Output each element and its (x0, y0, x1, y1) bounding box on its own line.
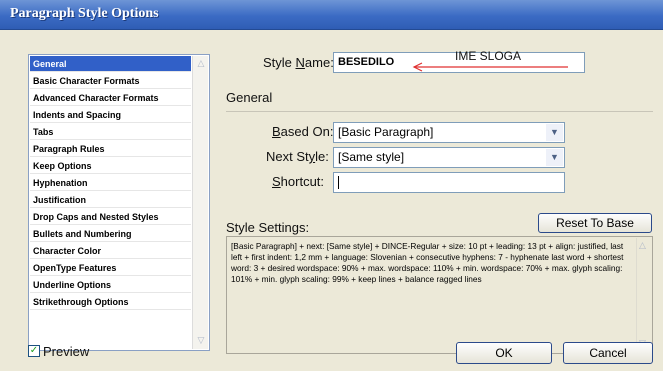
style-settings-box: [Basic Paragraph] + next: [Same style] +… (226, 236, 653, 354)
style-name-annotation: IME SLOGA (455, 49, 522, 63)
category-item-indents-and-spacing[interactable]: Indents and Spacing (30, 107, 191, 123)
category-item-underline-options[interactable]: Underline Options (30, 277, 191, 293)
next-style-value: [Same style] (338, 150, 405, 164)
category-item-advanced-character-formats[interactable]: Advanced Character Formats (30, 90, 191, 106)
category-item-justification[interactable]: Justification (30, 192, 191, 208)
scroll-up-icon[interactable]: △ (639, 241, 646, 251)
category-item-hyphenation[interactable]: Hyphenation (30, 175, 191, 191)
category-item-drop-caps[interactable]: Drop Caps and Nested Styles (30, 209, 191, 225)
cancel-button[interactable]: Cancel (563, 342, 653, 364)
category-item-paragraph-rules[interactable]: Paragraph Rules (30, 141, 191, 157)
scroll-up-icon[interactable]: △ (195, 58, 207, 70)
category-item-general[interactable]: General (30, 56, 191, 72)
category-item-bullets-and-numbering[interactable]: Bullets and Numbering (30, 226, 191, 242)
style-settings-label: Style Settings: (226, 220, 310, 235)
annotation-arrow-icon (412, 62, 568, 72)
text-caret (338, 176, 339, 190)
preview-checkbox[interactable]: ✓ (28, 345, 40, 357)
section-divider (226, 111, 653, 112)
category-item-basic-character-formats[interactable]: Basic Character Formats (30, 73, 191, 89)
style-settings-text: [Basic Paragraph] + next: [Same style] +… (231, 241, 624, 284)
chevron-down-icon[interactable]: ▼ (546, 149, 563, 166)
next-style-label: Next Style: (266, 149, 329, 164)
ok-button[interactable]: OK (456, 342, 552, 364)
preview-label[interactable]: Preview (43, 344, 89, 359)
scroll-down-icon[interactable]: ▽ (195, 335, 207, 347)
window-titlebar[interactable]: Paragraph Style Options (0, 0, 663, 30)
based-on-select[interactable]: [Basic Paragraph] ▼ (333, 122, 565, 143)
category-list-scrollbar[interactable]: △ ▽ (192, 56, 208, 349)
dialog-body: General Basic Character Formats Advanced… (0, 30, 663, 371)
style-settings-scrollbar[interactable]: △ ▽ (636, 238, 651, 352)
category-item-tabs[interactable]: Tabs (30, 124, 191, 140)
category-item-strikethrough-options[interactable]: Strikethrough Options (30, 294, 191, 310)
based-on-label: Based On: (272, 124, 334, 139)
reset-to-base-button[interactable]: Reset To Base (538, 213, 652, 233)
category-item-opentype-features[interactable]: OpenType Features (30, 260, 191, 276)
general-section-title: General (226, 90, 273, 105)
category-item-keep-options[interactable]: Keep Options (30, 158, 191, 174)
shortcut-input[interactable] (333, 172, 565, 193)
based-on-value: [Basic Paragraph] (338, 125, 434, 139)
category-item-character-color[interactable]: Character Color (30, 243, 191, 259)
next-style-select[interactable]: [Same style] ▼ (333, 147, 565, 168)
window-title: Paragraph Style Options (10, 6, 159, 21)
style-name-value: BESEDILO (338, 56, 395, 68)
category-list[interactable]: General Basic Character Formats Advanced… (28, 54, 210, 351)
shortcut-label: Shortcut: (272, 174, 325, 189)
chevron-down-icon[interactable]: ▼ (546, 124, 563, 141)
style-name-label: Style Name: (263, 55, 334, 70)
